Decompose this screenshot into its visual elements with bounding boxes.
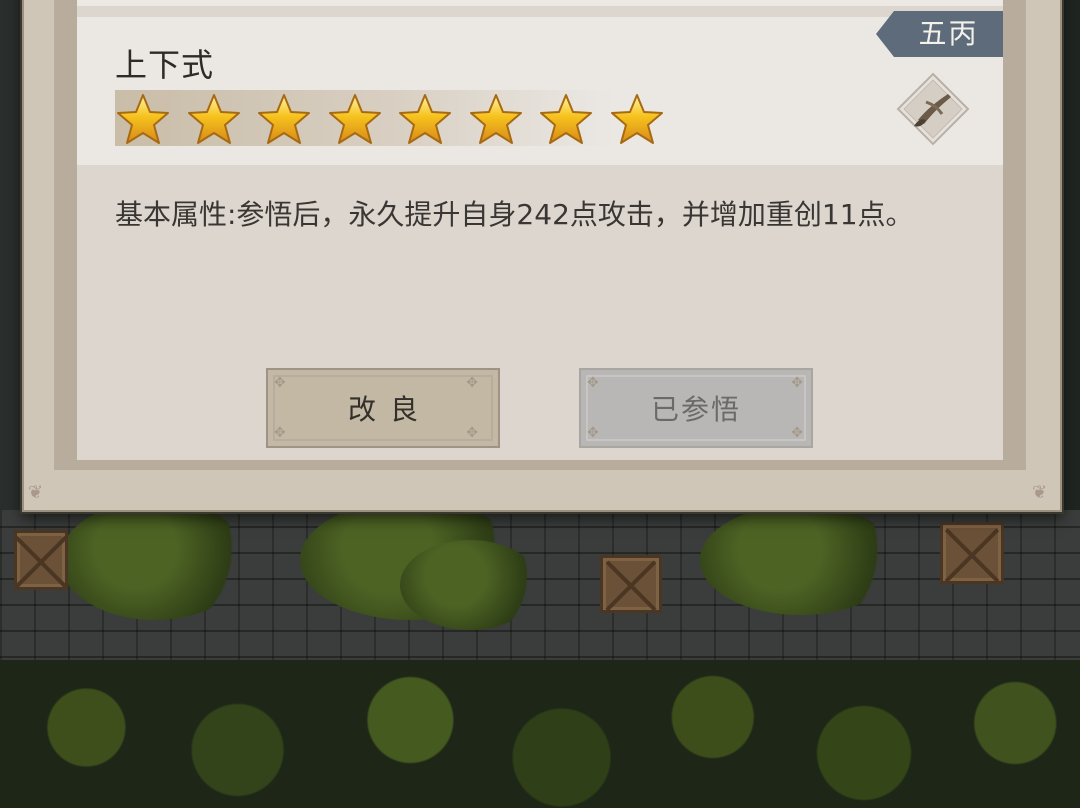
- comprehended-button[interactable]: ✥ ✥ ✥ ✥ 已参悟: [579, 368, 813, 448]
- comprehended-button-label: 已参悟: [650, 393, 741, 426]
- skill-description: 基本属性:参悟后，永久提升自身242点攻击，并增加重创11点。: [115, 198, 914, 231]
- improve-button[interactable]: ✥ ✥ ✥ ✥ 改良: [266, 368, 500, 448]
- star-icon: [327, 92, 383, 148]
- star-icon: [609, 92, 665, 148]
- corner-ornament-icon: ✥: [274, 425, 300, 441]
- wooden-crate: [14, 530, 68, 590]
- bush: [700, 505, 900, 615]
- corner-ornament-icon: ✥: [791, 375, 805, 391]
- star-icon: [115, 92, 171, 148]
- star-icon: [397, 92, 453, 148]
- star-icon: [538, 92, 594, 148]
- corner-ornament-icon: ✥: [466, 375, 492, 391]
- star-icon: [256, 92, 312, 148]
- foreground-bushes: [0, 660, 1080, 808]
- star-icon: [186, 92, 242, 148]
- wooden-crate: [600, 555, 662, 613]
- panel-top-strip: [77, 0, 1003, 6]
- corner-ornament-icon: ❦: [28, 482, 44, 503]
- corner-ornament-icon: ❦: [1032, 482, 1048, 503]
- world-edge: [1060, 0, 1080, 510]
- corner-ornament-icon: ✥: [587, 425, 601, 441]
- skill-title: 上下式: [115, 46, 215, 84]
- corner-ornament-icon: ✥: [466, 425, 492, 441]
- corner-ornament-icon: ✥: [274, 375, 300, 391]
- brush-icon[interactable]: [896, 72, 970, 146]
- star-icon: [468, 92, 524, 148]
- improve-button-label: 改良: [347, 393, 432, 426]
- corner-ornament-icon: ✥: [587, 375, 601, 391]
- wooden-crate: [940, 522, 1004, 584]
- bush: [400, 540, 540, 630]
- grade-label: 五丙: [918, 17, 979, 50]
- bush: [60, 500, 250, 620]
- corner-ornament-icon: ✥: [791, 425, 805, 441]
